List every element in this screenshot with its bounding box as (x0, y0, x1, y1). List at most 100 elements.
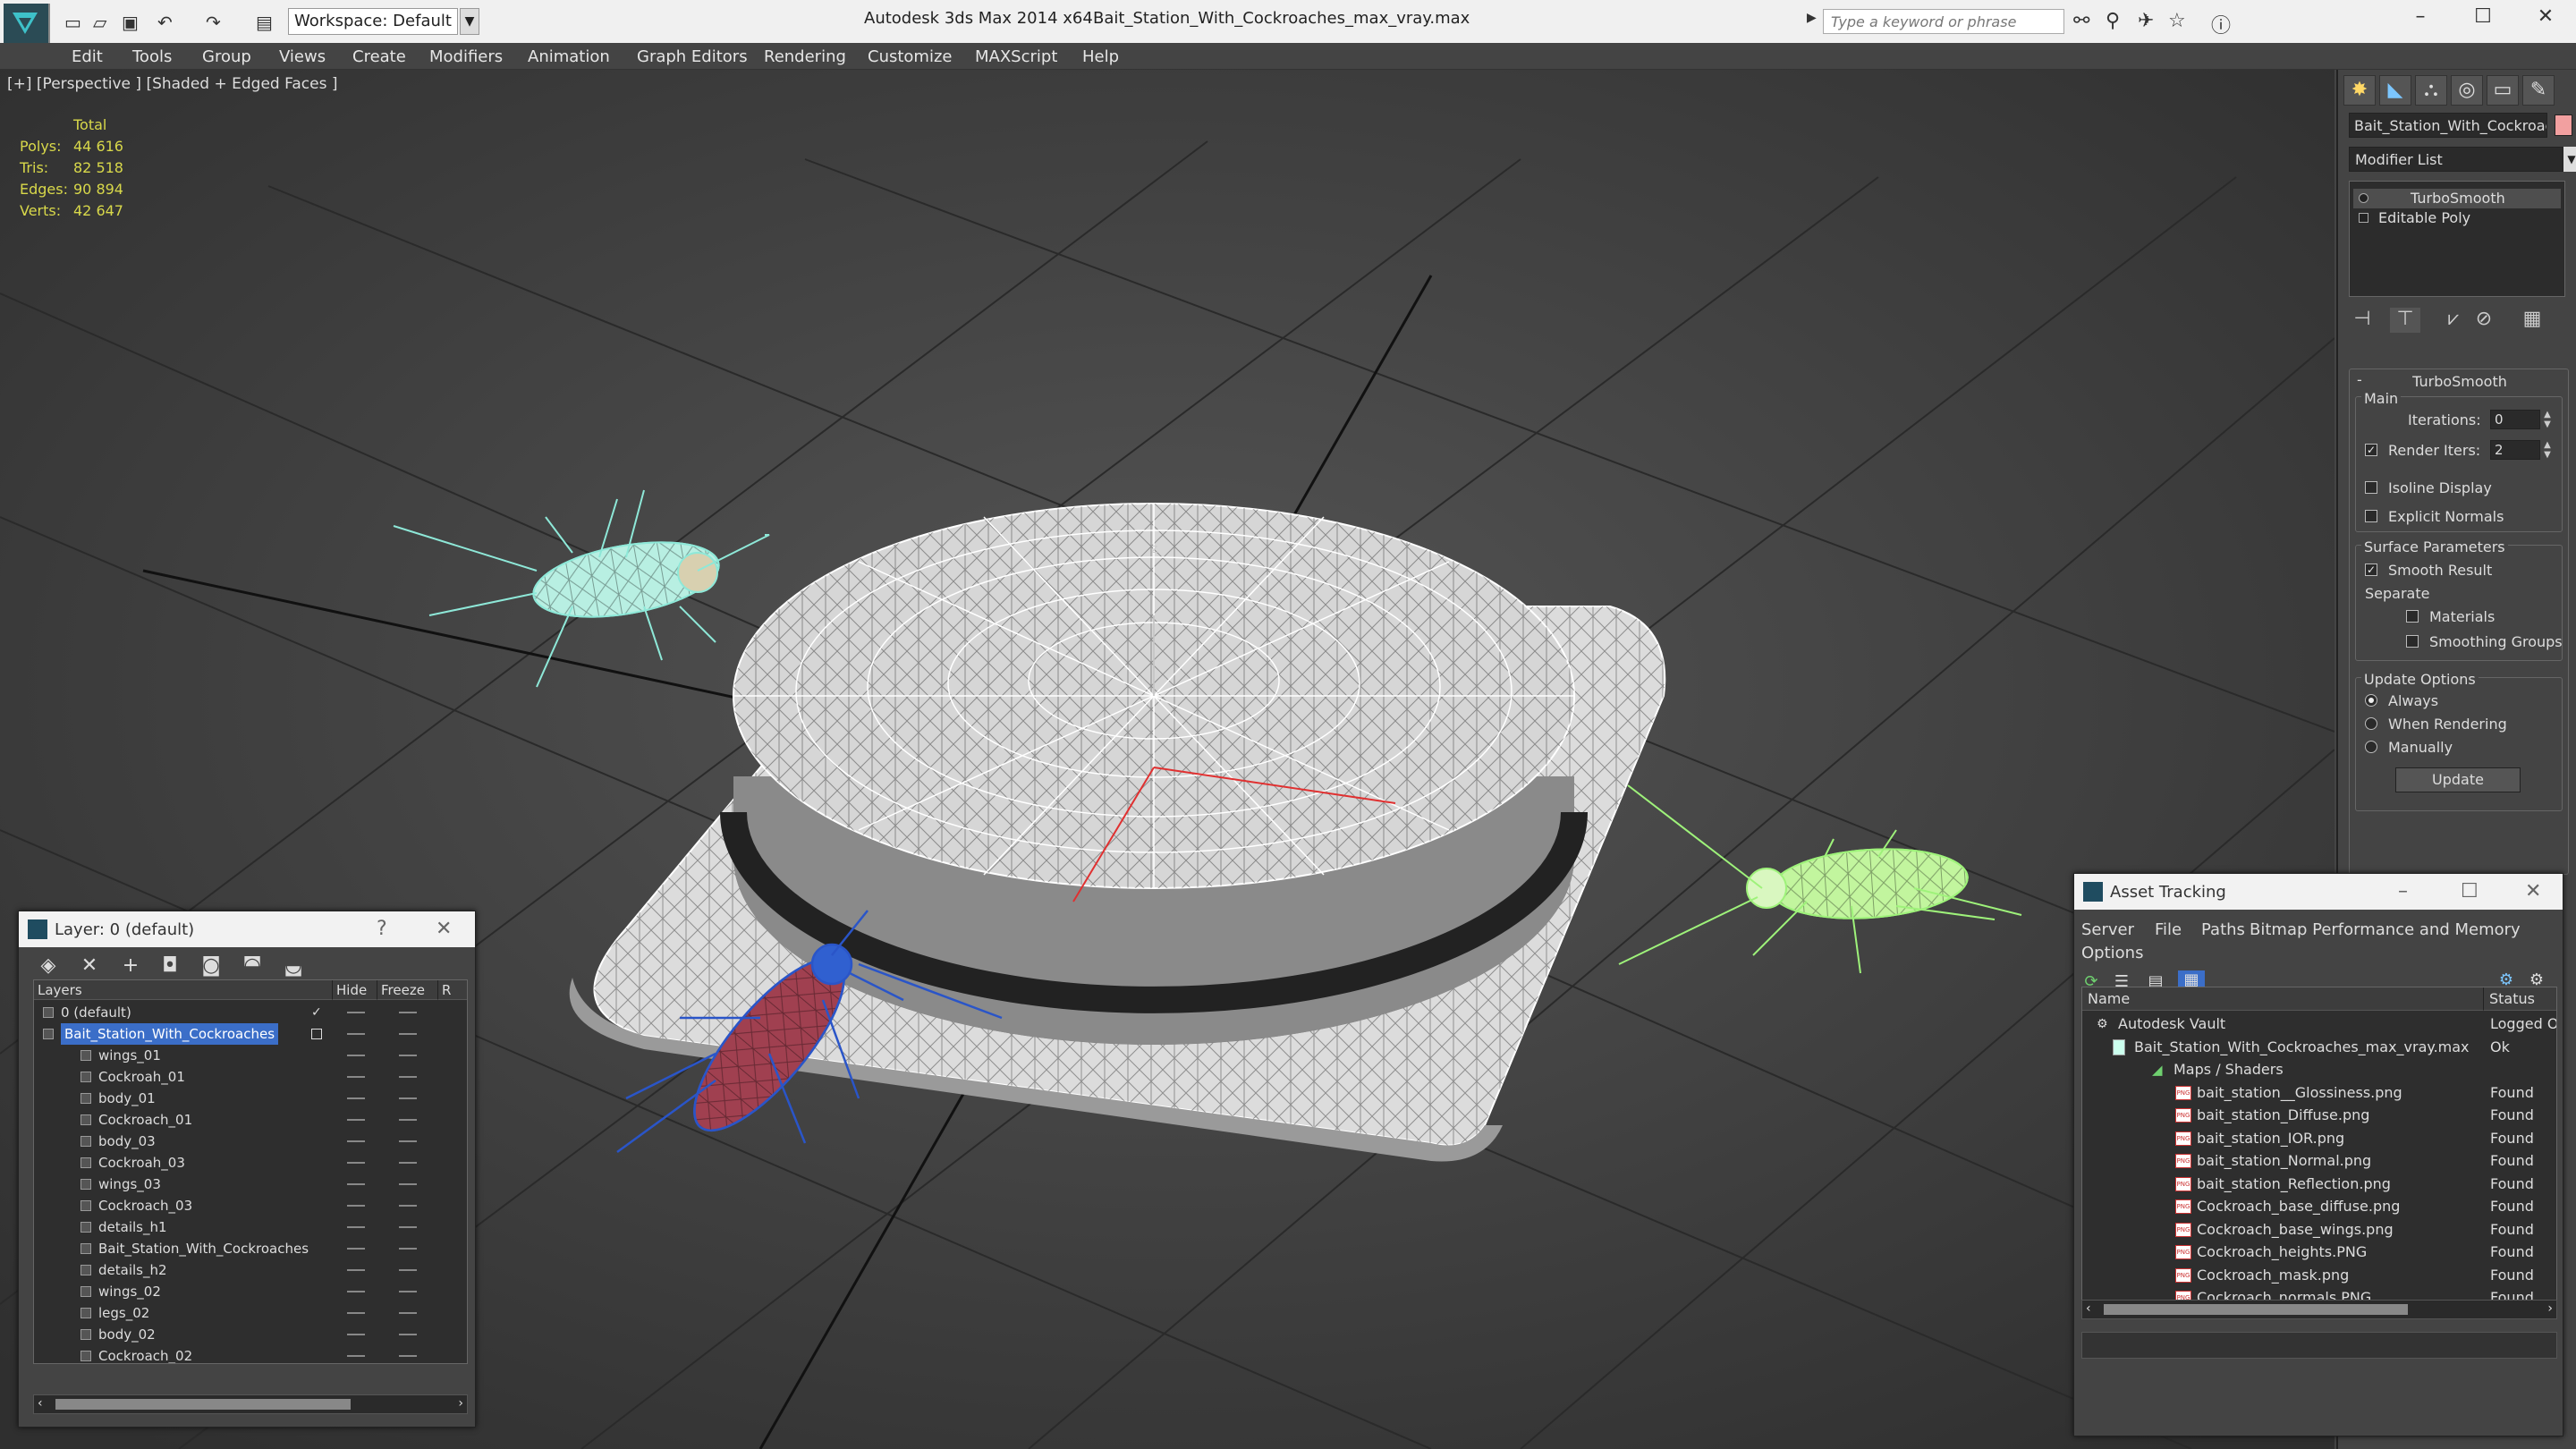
asset-list[interactable]: Name Status ⚙ Autodesk Vault Logged O Bait_… (2081, 987, 2557, 1309)
freeze-toggle[interactable] (399, 1033, 417, 1035)
layer-window-titlebar[interactable]: Layer: 0 (default) ? ✕ (19, 911, 475, 947)
search-input[interactable]: Type a keyword or phrase (1823, 9, 2064, 34)
help-icon[interactable]: ⓘ (2211, 10, 2231, 38)
freeze-toggle[interactable] (399, 1291, 417, 1292)
layer-row[interactable]: details_h1 (34, 1216, 467, 1238)
highlight-layer-icon[interactable]: ◙ (198, 954, 225, 977)
asset-row[interactable]: PNG Cockroach_base_wings.png Found (2082, 1218, 2556, 1241)
layer-row[interactable]: body_01 (34, 1088, 467, 1109)
hide-toggle[interactable] (347, 1334, 365, 1335)
scroll-left-icon[interactable]: ‹ (2086, 1301, 2091, 1316)
asset-scroll-thumb[interactable] (2104, 1304, 2408, 1315)
turbosmooth-title[interactable]: TurboSmooth (2350, 373, 2570, 390)
hide-column-header[interactable]: Hide (333, 980, 377, 1000)
freeze-all-layers-icon[interactable]: ◛ (280, 954, 307, 977)
asset-row[interactable]: PNG bait_station_Diffuse.png Found (2082, 1104, 2556, 1127)
layer-row[interactable]: details_h2 (34, 1259, 467, 1281)
render-iters-spinner-arrows-icon[interactable]: ▲ ▼ (2542, 440, 2553, 460)
set-current-layer-icon[interactable] (311, 1029, 322, 1039)
menu-edit[interactable]: Edit (72, 47, 103, 66)
hide-toggle[interactable] (347, 1291, 365, 1292)
asset-menu-bitmap-performance[interactable]: Bitmap Performance and Memory (2250, 920, 2521, 939)
create-tab-icon[interactable]: ✸ (2343, 75, 2376, 106)
freeze-toggle[interactable] (399, 1012, 417, 1013)
asset-row[interactable]: PNG bait_station_IOR.png Found (2082, 1127, 2556, 1150)
configure-modifier-sets-icon[interactable]: ▦ (2517, 308, 2547, 333)
status-column-header[interactable]: Status (2483, 987, 2556, 1011)
freeze-column-header[interactable]: Freeze (377, 980, 438, 1000)
layer-row[interactable]: Bait_Station_With_Cockroaches (34, 1238, 467, 1259)
motion-tab-icon[interactable]: ◎ (2451, 75, 2483, 106)
delete-layer-icon[interactable]: ✕ (76, 954, 103, 977)
explicit-normals-checkbox[interactable] (2365, 510, 2377, 522)
layer-row[interactable]: wings_01 (34, 1045, 467, 1066)
asset-row[interactable]: PNG Cockroach_mask.png Found (2082, 1264, 2556, 1287)
asset-row[interactable]: PNG Cockroach_heights.PNG Found (2082, 1241, 2556, 1264)
show-end-result-icon[interactable]: ⊤ (2390, 308, 2420, 333)
favorites-star-icon[interactable]: ☆ (2168, 10, 2186, 32)
object-name-field[interactable]: Bait_Station_With_Cockroach (2349, 113, 2547, 138)
layer-row[interactable]: wings_02 (34, 1281, 467, 1302)
asset-row[interactable]: ⚙ Autodesk Vault Logged O (2082, 1013, 2556, 1036)
hide-toggle[interactable] (347, 1162, 365, 1164)
redo-icon[interactable]: ↷ (206, 12, 221, 33)
add-to-layer-icon[interactable]: + (117, 954, 144, 977)
freeze-toggle[interactable] (399, 1269, 417, 1271)
display-tab-icon[interactable]: ▭ (2487, 75, 2519, 106)
menu-customize[interactable]: Customize (868, 47, 952, 66)
asset-path-field[interactable] (2081, 1332, 2557, 1359)
asset-row[interactable]: ◢ Maps / Shaders (2082, 1058, 2556, 1081)
layer-row[interactable]: Cockroach_02 (34, 1345, 467, 1363)
hide-toggle[interactable] (347, 1119, 365, 1121)
maximize-icon[interactable]: ☐ (2461, 880, 2479, 902)
minimize-icon[interactable]: – (2398, 880, 2408, 902)
layer-row[interactable]: Cockroach_01 (34, 1109, 467, 1131)
freeze-toggle[interactable] (399, 1183, 417, 1185)
open-file-icon[interactable]: ▱ (93, 12, 106, 33)
menu-maxscript[interactable]: MAXScript (975, 47, 1057, 66)
layer-list[interactable]: Layers Hide Freeze R 0 (default) ✓ Bait_St… (33, 979, 468, 1364)
select-in-layer-icon[interactable]: ◘ (157, 954, 183, 977)
update-button[interactable]: Update (2395, 767, 2521, 792)
menu-views[interactable]: Views (279, 47, 326, 66)
menu-modifiers[interactable]: Modifiers (429, 47, 503, 66)
freeze-toggle[interactable] (399, 1248, 417, 1250)
menu-group[interactable]: Group (202, 47, 251, 66)
layer-row[interactable]: wings_03 (34, 1174, 467, 1195)
modifier-list-dropdown[interactable]: Modifier List (2349, 147, 2563, 172)
hide-toggle[interactable] (347, 1076, 365, 1078)
layer-row[interactable]: Cockroach_03 (34, 1195, 467, 1216)
close-icon[interactable]: ✕ (2528, 5, 2563, 28)
asset-row[interactable]: PNG Cockroach_base_diffuse.png Found (2082, 1195, 2556, 1218)
scroll-left-icon[interactable]: ‹ (38, 1396, 43, 1411)
asset-row[interactable]: Bait_Station_With_Cockroaches_max_vray.m… (2082, 1036, 2556, 1059)
hierarchy-tab-icon[interactable]: ⛬ (2415, 75, 2447, 106)
asset-menu-paths[interactable]: Paths (2201, 920, 2245, 939)
project-folder-icon[interactable]: ▤ (256, 12, 273, 33)
when-rendering-radio[interactable] (2365, 717, 2377, 730)
communication-center-icon[interactable]: ✈ (2138, 10, 2154, 32)
stack-item-editable-poly[interactable]: Editable Poly (2353, 208, 2561, 228)
render-iters-spinner[interactable]: 2 (2490, 440, 2540, 460)
freeze-toggle[interactable] (399, 1055, 417, 1056)
hide-toggle[interactable] (347, 1033, 365, 1035)
save-file-icon[interactable]: ▣ (122, 12, 139, 33)
freeze-toggle[interactable] (399, 1312, 417, 1314)
asset-row[interactable]: PNG bait_station_Reflection.png Found (2082, 1173, 2556, 1196)
current-layer-check-icon[interactable]: ✓ (311, 1002, 322, 1023)
freeze-toggle[interactable] (399, 1140, 417, 1142)
materials-checkbox[interactable] (2406, 610, 2419, 623)
smoothing-groups-checkbox[interactable] (2406, 635, 2419, 648)
expand-box-icon[interactable] (2359, 213, 2368, 223)
layer-row[interactable]: legs_02 (34, 1302, 467, 1324)
close-icon[interactable]: ✕ (2525, 880, 2541, 902)
hide-all-layers-icon[interactable]: ◚ (239, 954, 266, 977)
layer-row[interactable]: body_03 (34, 1131, 467, 1152)
freeze-toggle[interactable] (399, 1119, 417, 1121)
close-icon[interactable]: ✕ (436, 918, 452, 940)
asset-list-scrollbar[interactable]: ‹ › (2081, 1300, 2557, 1319)
hide-toggle[interactable] (347, 1355, 365, 1357)
minimize-icon[interactable]: – (2402, 5, 2438, 28)
freeze-toggle[interactable] (399, 1097, 417, 1099)
create-layer-icon[interactable]: ◈ (35, 954, 62, 977)
